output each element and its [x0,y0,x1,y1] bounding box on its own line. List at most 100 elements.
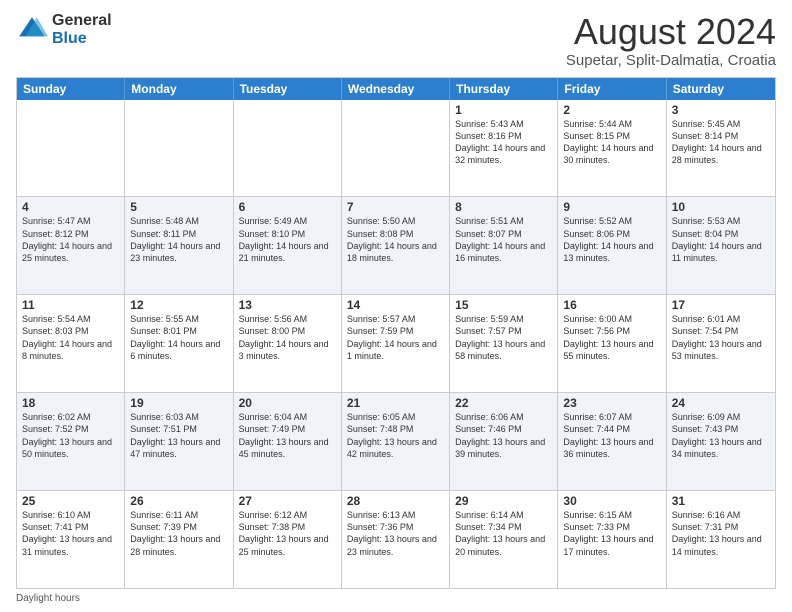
calendar-cell: 14Sunrise: 5:57 AM Sunset: 7:59 PM Dayli… [342,295,450,392]
cell-info: Sunrise: 6:04 AM Sunset: 7:49 PM Dayligh… [239,411,336,460]
day-number: 20 [239,396,336,410]
header-day-monday: Monday [125,78,233,100]
cell-info: Sunrise: 5:54 AM Sunset: 8:03 PM Dayligh… [22,313,119,362]
calendar-cell: 12Sunrise: 5:55 AM Sunset: 8:01 PM Dayli… [125,295,233,392]
calendar-cell: 25Sunrise: 6:10 AM Sunset: 7:41 PM Dayli… [17,491,125,588]
day-number: 18 [22,396,119,410]
calendar-cell: 17Sunrise: 6:01 AM Sunset: 7:54 PM Dayli… [667,295,775,392]
day-number: 5 [130,200,227,214]
day-number: 8 [455,200,552,214]
day-number: 15 [455,298,552,312]
calendar-cell: 26Sunrise: 6:11 AM Sunset: 7:39 PM Dayli… [125,491,233,588]
calendar-cell: 5Sunrise: 5:48 AM Sunset: 8:11 PM Daylig… [125,197,233,294]
day-number: 3 [672,103,770,117]
calendar-cell: 16Sunrise: 6:00 AM Sunset: 7:56 PM Dayli… [558,295,666,392]
cell-info: Sunrise: 5:43 AM Sunset: 8:16 PM Dayligh… [455,118,552,167]
header: General Blue August 2024 Supetar, Split-… [16,12,776,69]
logo-blue-text: Blue [52,30,112,48]
cell-info: Sunrise: 6:09 AM Sunset: 7:43 PM Dayligh… [672,411,770,460]
cell-info: Sunrise: 6:00 AM Sunset: 7:56 PM Dayligh… [563,313,660,362]
day-number: 22 [455,396,552,410]
main-title: August 2024 [566,12,776,52]
cell-info: Sunrise: 5:51 AM Sunset: 8:07 PM Dayligh… [455,215,552,264]
calendar-cell: 18Sunrise: 6:02 AM Sunset: 7:52 PM Dayli… [17,393,125,490]
header-day-wednesday: Wednesday [342,78,450,100]
day-number: 29 [455,494,552,508]
cell-info: Sunrise: 5:52 AM Sunset: 8:06 PM Dayligh… [563,215,660,264]
calendar-cell: 4Sunrise: 5:47 AM Sunset: 8:12 PM Daylig… [17,197,125,294]
day-number: 17 [672,298,770,312]
calendar-week-4: 18Sunrise: 6:02 AM Sunset: 7:52 PM Dayli… [17,392,775,490]
day-number: 6 [239,200,336,214]
calendar-cell: 11Sunrise: 5:54 AM Sunset: 8:03 PM Dayli… [17,295,125,392]
calendar-cell [17,100,125,197]
calendar-cell: 2Sunrise: 5:44 AM Sunset: 8:15 PM Daylig… [558,100,666,197]
cell-info: Sunrise: 5:44 AM Sunset: 8:15 PM Dayligh… [563,118,660,167]
calendar-week-5: 25Sunrise: 6:10 AM Sunset: 7:41 PM Dayli… [17,490,775,588]
header-day-tuesday: Tuesday [234,78,342,100]
cell-info: Sunrise: 6:16 AM Sunset: 7:31 PM Dayligh… [672,509,770,558]
day-number: 16 [563,298,660,312]
day-number: 30 [563,494,660,508]
cell-info: Sunrise: 5:57 AM Sunset: 7:59 PM Dayligh… [347,313,444,362]
cell-info: Sunrise: 6:02 AM Sunset: 7:52 PM Dayligh… [22,411,119,460]
cell-info: Sunrise: 5:49 AM Sunset: 8:10 PM Dayligh… [239,215,336,264]
calendar-cell: 22Sunrise: 6:06 AM Sunset: 7:46 PM Dayli… [450,393,558,490]
calendar-cell: 24Sunrise: 6:09 AM Sunset: 7:43 PM Dayli… [667,393,775,490]
calendar-cell: 31Sunrise: 6:16 AM Sunset: 7:31 PM Dayli… [667,491,775,588]
logo-icon [16,14,48,46]
day-number: 24 [672,396,770,410]
calendar-cell: 13Sunrise: 5:56 AM Sunset: 8:00 PM Dayli… [234,295,342,392]
day-number: 1 [455,103,552,117]
cell-info: Sunrise: 6:11 AM Sunset: 7:39 PM Dayligh… [130,509,227,558]
cell-info: Sunrise: 6:10 AM Sunset: 7:41 PM Dayligh… [22,509,119,558]
cell-info: Sunrise: 6:03 AM Sunset: 7:51 PM Dayligh… [130,411,227,460]
cell-info: Sunrise: 5:47 AM Sunset: 8:12 PM Dayligh… [22,215,119,264]
page: General Blue August 2024 Supetar, Split-… [0,0,792,612]
subtitle: Supetar, Split-Dalmatia, Croatia [566,52,776,69]
calendar-cell [125,100,233,197]
calendar-cell: 19Sunrise: 6:03 AM Sunset: 7:51 PM Dayli… [125,393,233,490]
day-number: 31 [672,494,770,508]
cell-info: Sunrise: 5:53 AM Sunset: 8:04 PM Dayligh… [672,215,770,264]
day-number: 9 [563,200,660,214]
day-number: 12 [130,298,227,312]
cell-info: Sunrise: 6:06 AM Sunset: 7:46 PM Dayligh… [455,411,552,460]
day-number: 28 [347,494,444,508]
logo: General Blue [16,12,112,47]
day-number: 13 [239,298,336,312]
calendar-cell: 9Sunrise: 5:52 AM Sunset: 8:06 PM Daylig… [558,197,666,294]
day-number: 26 [130,494,227,508]
cell-info: Sunrise: 6:13 AM Sunset: 7:36 PM Dayligh… [347,509,444,558]
day-number: 23 [563,396,660,410]
calendar-cell [342,100,450,197]
calendar-cell: 27Sunrise: 6:12 AM Sunset: 7:38 PM Dayli… [234,491,342,588]
calendar-cell: 7Sunrise: 5:50 AM Sunset: 8:08 PM Daylig… [342,197,450,294]
cell-info: Sunrise: 5:55 AM Sunset: 8:01 PM Dayligh… [130,313,227,362]
calendar-cell: 3Sunrise: 5:45 AM Sunset: 8:14 PM Daylig… [667,100,775,197]
header-day-thursday: Thursday [450,78,558,100]
cell-info: Sunrise: 5:48 AM Sunset: 8:11 PM Dayligh… [130,215,227,264]
cell-info: Sunrise: 6:05 AM Sunset: 7:48 PM Dayligh… [347,411,444,460]
calendar: SundayMondayTuesdayWednesdayThursdayFrid… [16,77,776,589]
cell-info: Sunrise: 5:56 AM Sunset: 8:00 PM Dayligh… [239,313,336,362]
cell-info: Sunrise: 6:12 AM Sunset: 7:38 PM Dayligh… [239,509,336,558]
cell-info: Sunrise: 6:07 AM Sunset: 7:44 PM Dayligh… [563,411,660,460]
calendar-cell: 20Sunrise: 6:04 AM Sunset: 7:49 PM Dayli… [234,393,342,490]
logo-general-text: General [52,12,112,30]
header-day-sunday: Sunday [17,78,125,100]
calendar-cell: 29Sunrise: 6:14 AM Sunset: 7:34 PM Dayli… [450,491,558,588]
calendar-cell [234,100,342,197]
header-day-friday: Friday [558,78,666,100]
header-day-saturday: Saturday [667,78,775,100]
title-block: August 2024 Supetar, Split-Dalmatia, Cro… [566,12,776,69]
day-number: 14 [347,298,444,312]
day-number: 21 [347,396,444,410]
cell-info: Sunrise: 5:50 AM Sunset: 8:08 PM Dayligh… [347,215,444,264]
day-number: 2 [563,103,660,117]
calendar-header: SundayMondayTuesdayWednesdayThursdayFrid… [17,78,775,100]
day-number: 19 [130,396,227,410]
calendar-week-1: 1Sunrise: 5:43 AM Sunset: 8:16 PM Daylig… [17,100,775,197]
calendar-cell: 23Sunrise: 6:07 AM Sunset: 7:44 PM Dayli… [558,393,666,490]
cell-info: Sunrise: 5:59 AM Sunset: 7:57 PM Dayligh… [455,313,552,362]
